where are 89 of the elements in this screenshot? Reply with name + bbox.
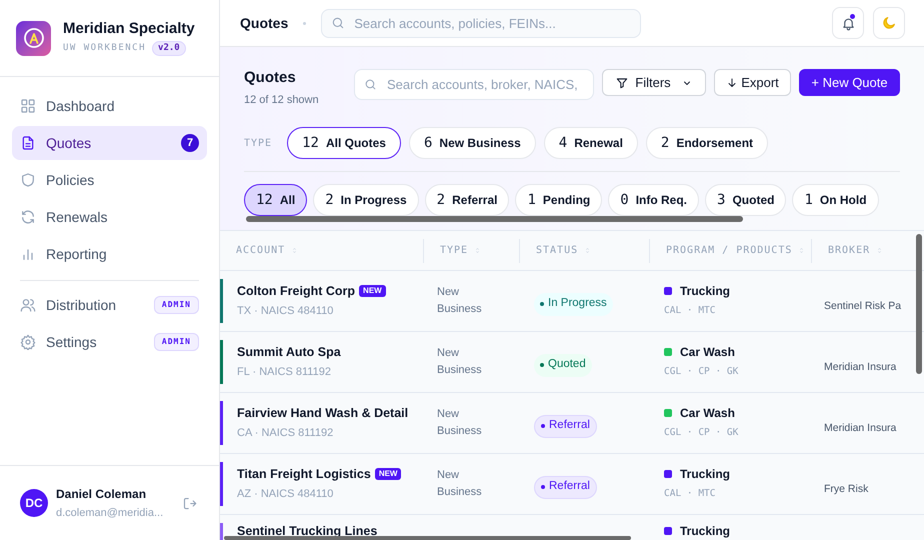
status-pill: Referral [534, 414, 597, 438]
program-name: Car Wash [680, 406, 735, 420]
account-location: AZ · NAICS 484110 [237, 487, 334, 502]
quote-type: New Business [437, 346, 483, 378]
filter-chip[interactable]: 0 Info Req. [608, 184, 700, 216]
sort-icon [584, 247, 592, 254]
filter-chip[interactable]: 1 On Hold [792, 184, 879, 216]
theme-toggle-button[interactable] [873, 7, 905, 39]
sort-icon [291, 247, 298, 254]
notifications-button[interactable] [832, 7, 864, 39]
program-name: Trucking [680, 284, 730, 298]
topbar-title: Quotes [240, 14, 288, 33]
user-avatar: DC [20, 489, 48, 517]
moon-icon [881, 15, 897, 31]
search-icon [331, 16, 346, 30]
account-location: CA · NAICS 811192 [237, 426, 334, 441]
page-title: Quotes [244, 68, 297, 88]
count-badge: 7 [181, 134, 199, 152]
broker-name: Meridian Insura [824, 422, 896, 434]
account-location: TX · NAICS 484110 [237, 304, 334, 319]
nav-item[interactable]: Reporting [12, 237, 207, 271]
account-name[interactable]: Summit Auto Spa [237, 345, 341, 359]
new-badge: NEW [359, 285, 386, 297]
filter-chip[interactable]: 2 Endorsement [646, 127, 768, 159]
search-icon [364, 78, 377, 91]
filter-chip[interactable]: 4 Renewal [544, 127, 638, 159]
filter-chip[interactable]: 12 All Quotes [287, 127, 401, 159]
sort-icon [474, 247, 482, 254]
nav-item[interactable]: Dashboard [12, 89, 207, 123]
filter-chip[interactable]: 2 Referral [424, 184, 510, 216]
quote-type: New Business [437, 285, 483, 317]
account-location: FL · NAICS 811192 [237, 365, 332, 380]
broker-name: Meridian Insura [824, 361, 896, 373]
grid-icon [20, 98, 36, 114]
quote-type: New Business [437, 407, 483, 439]
filter-icon [615, 76, 630, 90]
filter-chip[interactable]: 3 Quoted [705, 184, 786, 216]
type-label: TYPE [244, 136, 272, 150]
users-icon [20, 297, 36, 313]
sort-icon [876, 247, 884, 254]
status-pill: Quoted [534, 354, 592, 376]
admin-badge: ADMIN [154, 296, 199, 314]
broker-name: Sentinel Risk Pa [824, 300, 902, 312]
new-badge: NEW [374, 468, 402, 480]
settings-icon [20, 334, 36, 350]
product-codes: CGL · CP · GK [664, 365, 740, 379]
user-name: Daniel Coleman [56, 486, 148, 503]
account-name[interactable]: Colton Freight Corp [237, 284, 356, 298]
quote-type: New Business [437, 468, 483, 500]
filter-chip[interactable]: 1 Pending [515, 184, 602, 216]
shown-count: 12 of 12 shown [244, 92, 320, 108]
nav-item[interactable]: Settings ADMIN [12, 325, 207, 359]
filter-chip[interactable]: 6 New Business [408, 127, 536, 159]
filter-chip[interactable]: 2 In Progress [313, 184, 419, 216]
admin-badge: ADMIN [154, 333, 199, 351]
nav-item[interactable]: Renewals [12, 200, 207, 234]
search-field[interactable]: Search accounts, broker, NAICS, [354, 69, 594, 100]
shield-icon [20, 172, 36, 188]
new-quote-button[interactable]: + New Quote [799, 69, 900, 96]
nav-item[interactable]: Distribution ADMIN [12, 288, 207, 322]
product-codes: CAL · MTC [664, 304, 716, 318]
version-badge: v2.0 [152, 41, 186, 56]
filter-chip[interactable]: 12 All [244, 184, 308, 216]
document-icon [20, 135, 36, 151]
sort-icon [798, 247, 806, 254]
product-codes: CGL · CP · GK [664, 426, 740, 440]
refresh-icon [20, 209, 36, 225]
export-button[interactable]: Export [714, 69, 791, 96]
user-email: d.coleman@meridia... [56, 506, 164, 521]
filters-button[interactable]: Filters [602, 69, 706, 96]
nav-item[interactable]: Quotes 7 [12, 126, 207, 160]
account-name[interactable]: Sentinel Trucking Lines [237, 524, 378, 538]
nav-item[interactable]: Policies [12, 163, 207, 197]
bell-icon [840, 16, 856, 30]
program-name: Trucking [680, 524, 730, 538]
broker-name: Frye Risk [824, 483, 868, 495]
search-field[interactable]: Search accounts, policies, FEINs... [321, 8, 642, 38]
program-name: Trucking [680, 467, 730, 481]
account-name[interactable]: Fairview Hand Wash & Detail [237, 406, 408, 420]
letter-a-icon [22, 26, 46, 50]
status-pill: Referral [534, 476, 597, 498]
account-name[interactable]: Titan Freight Logistics [237, 467, 371, 481]
arrow-down-icon [726, 76, 738, 88]
brand-subtitle: UW WORKBENCH [63, 42, 146, 56]
status-pill: In Progress [534, 292, 613, 316]
brand-name: Meridian Specialty [63, 20, 195, 38]
program-name: Car Wash [680, 345, 735, 359]
logout-icon [182, 496, 196, 510]
product-codes: CAL · MTC [664, 487, 716, 501]
